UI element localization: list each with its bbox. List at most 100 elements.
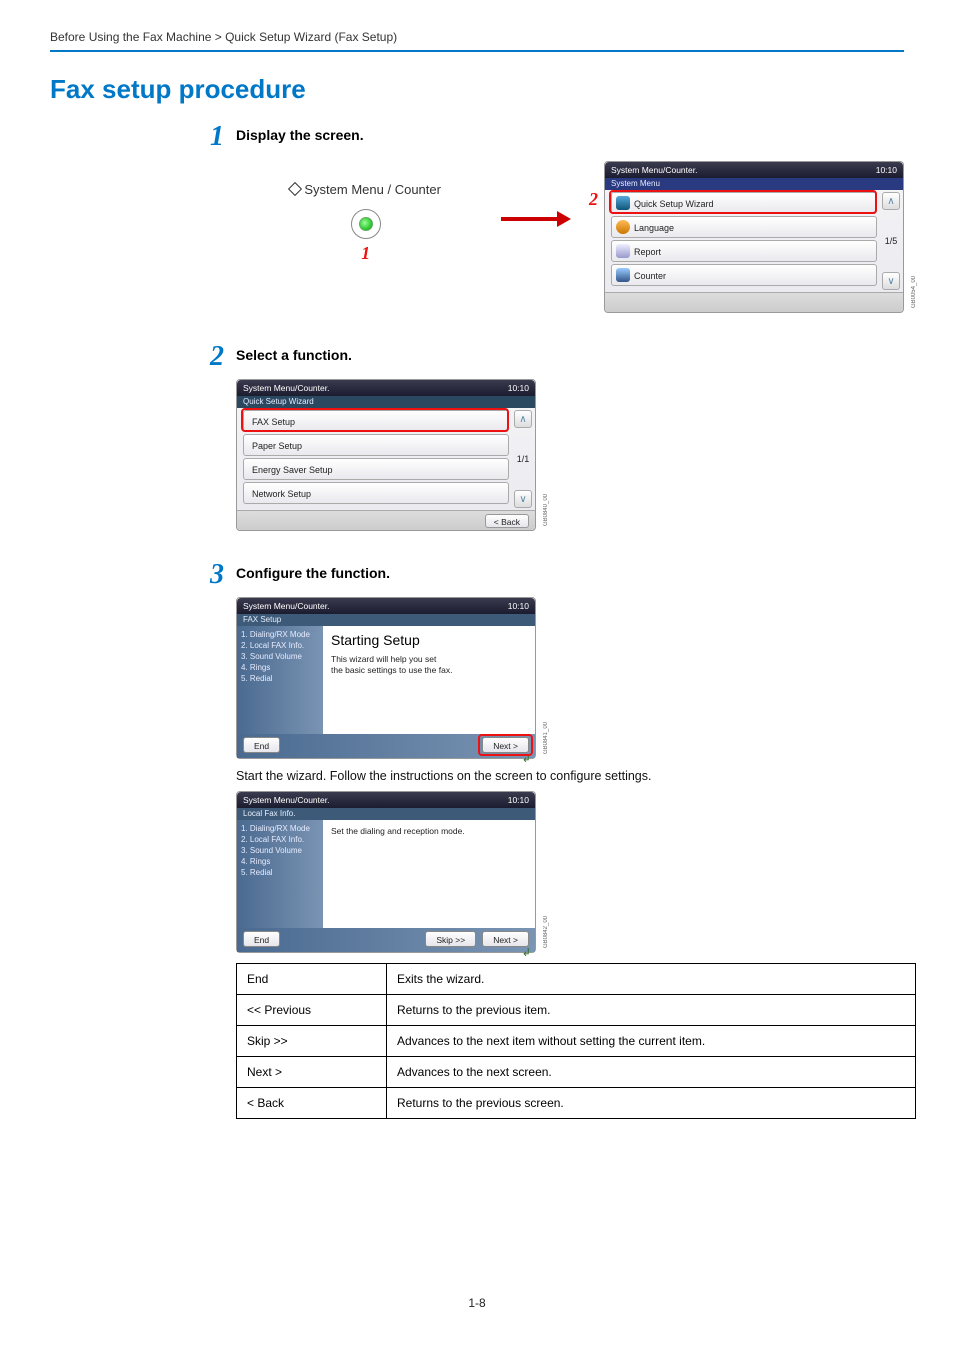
def-value: Returns to the previous screen. bbox=[387, 1088, 916, 1119]
panel-system-menu: System Menu/Counter. 10:10 System Menu Q… bbox=[604, 161, 904, 313]
table-row: End Exits the wizard. bbox=[237, 964, 916, 995]
panel1-menu: Quick Setup Wizard Language Report Count… bbox=[605, 190, 903, 292]
wizard-msg-line1: This wizard will help you set bbox=[331, 654, 527, 665]
page-heading: Fax setup procedure bbox=[50, 74, 904, 105]
menu-item-label: Energy Saver Setup bbox=[252, 465, 333, 475]
table-row: < Back Returns to the previous screen. bbox=[237, 1088, 916, 1119]
diamond-icon bbox=[288, 182, 302, 196]
hardware-button-area: System Menu / Counter 1 bbox=[260, 181, 471, 264]
panel1-scroll: ∧ 1/5 ∨ bbox=[881, 192, 901, 290]
wizard-step-item: 2. Local FAX Info. bbox=[241, 835, 319, 844]
menu-item-label: Language bbox=[634, 223, 674, 233]
end-button[interactable]: End bbox=[243, 931, 280, 947]
panel3a-sidecode: GB0841_00 bbox=[543, 722, 549, 754]
def-key: Skip >> bbox=[237, 1026, 387, 1057]
panel-quick-setup-wizard: System Menu/Counter. 10:10 Quick Setup W… bbox=[236, 379, 536, 531]
wizard-step-item: 3. Sound Volume bbox=[241, 846, 319, 855]
wizard-main-area: Set the dialing and reception mode. bbox=[323, 820, 535, 928]
panel1-footer bbox=[605, 292, 903, 312]
wizard-step-item: 5. Redial bbox=[241, 674, 319, 683]
step-1-diagram: System Menu / Counter 1 2 System Menu/Co… bbox=[260, 181, 904, 313]
hardware-button-label-text: System Menu / Counter bbox=[304, 182, 441, 197]
menu-item-label: Network Setup bbox=[252, 489, 311, 499]
step-3-row: 3 Configure the function. bbox=[190, 561, 904, 589]
panel1-page-indicator: 1/5 bbox=[885, 236, 898, 246]
wizard-steps-sidebar: 1. Dialing/RX Mode 2. Local FAX Info. 3.… bbox=[237, 820, 323, 928]
panel1-time: 10:10 bbox=[876, 162, 897, 178]
wizard-step-item: 2. Local FAX Info. bbox=[241, 641, 319, 650]
step-3-body-text: Start the wizard. Follow the instruction… bbox=[236, 769, 904, 783]
end-button[interactable]: End bbox=[243, 737, 280, 753]
panel3a-body: 1. Dialing/RX Mode 2. Local FAX Info. 3.… bbox=[237, 626, 535, 734]
wizard-step-item: 1. Dialing/RX Mode bbox=[241, 630, 319, 639]
menu-item-label: FAX Setup bbox=[252, 417, 295, 427]
table-row: Next > Advances to the next screen. bbox=[237, 1057, 916, 1088]
menu-network-setup[interactable]: Network Setup bbox=[243, 482, 509, 504]
step-1-number: 1 bbox=[190, 123, 224, 151]
panel3b-subhead: Local Fax Info. bbox=[237, 808, 535, 820]
wizard-step-item: 5. Redial bbox=[241, 868, 319, 877]
panel1-header: System Menu/Counter. 10:10 bbox=[605, 162, 903, 178]
skip-button[interactable]: Skip >> bbox=[425, 931, 476, 947]
wizard-step-item: 4. Rings bbox=[241, 857, 319, 866]
table-row: Skip >> Advances to the next item withou… bbox=[237, 1026, 916, 1057]
arrow-right-icon bbox=[501, 217, 559, 221]
wizard-step-item: 4. Rings bbox=[241, 663, 319, 672]
panel2-time: 10:10 bbox=[508, 380, 529, 396]
hardware-button-label: System Menu / Counter bbox=[290, 182, 441, 197]
menu-counter[interactable]: Counter bbox=[611, 264, 877, 286]
back-button[interactable]: < Back bbox=[485, 514, 529, 528]
step-1-title: Display the screen. bbox=[236, 127, 364, 143]
enter-icon: ↲ bbox=[522, 752, 531, 765]
def-value: Advances to the next item without settin… bbox=[387, 1026, 916, 1057]
definitions-table: End Exits the wizard. << Previous Return… bbox=[236, 963, 916, 1119]
scroll-down-button[interactable]: ∨ bbox=[882, 272, 900, 290]
panel3a-title: System Menu/Counter. bbox=[243, 598, 329, 614]
wizard-step-item: 3. Sound Volume bbox=[241, 652, 319, 661]
wizard-main-area: Starting Setup This wizard will help you… bbox=[323, 626, 535, 734]
menu-energy-saver-setup[interactable]: Energy Saver Setup bbox=[243, 458, 509, 480]
def-key: End bbox=[237, 964, 387, 995]
step-3-number: 3 bbox=[190, 561, 224, 589]
def-key: Next > bbox=[237, 1057, 387, 1088]
panel3b-title: System Menu/Counter. bbox=[243, 792, 329, 808]
panel1-title: System Menu/Counter. bbox=[611, 162, 697, 178]
panel3b-body: 1. Dialing/RX Mode 2. Local FAX Info. 3.… bbox=[237, 820, 535, 928]
menu-paper-setup[interactable]: Paper Setup bbox=[243, 434, 509, 456]
panel2-subhead: Quick Setup Wizard bbox=[237, 396, 535, 408]
def-value: Advances to the next screen. bbox=[387, 1057, 916, 1088]
panel2-scroll: ∧ 1/1 ∨ bbox=[513, 410, 533, 508]
menu-fax-setup[interactable]: FAX Setup bbox=[243, 410, 509, 432]
wizard-msg: Set the dialing and reception mode. bbox=[331, 826, 527, 837]
callout-1: 1 bbox=[260, 243, 471, 264]
page-number: 1-8 bbox=[0, 1296, 954, 1310]
scroll-up-button[interactable]: ∧ bbox=[882, 192, 900, 210]
panel3b-header: System Menu/Counter. 10:10 bbox=[237, 792, 535, 808]
panel3b-sidecode: GB0842_00 bbox=[543, 916, 549, 948]
def-key: < Back bbox=[237, 1088, 387, 1119]
next-button[interactable]: Next > bbox=[482, 737, 529, 753]
panel-fax-setup-start: System Menu/Counter. 10:10 FAX Setup 1. … bbox=[236, 597, 536, 759]
menu-report[interactable]: Report bbox=[611, 240, 877, 262]
menu-quick-setup-wizard[interactable]: Quick Setup Wizard bbox=[611, 192, 877, 214]
def-value: Returns to the previous item. bbox=[387, 995, 916, 1026]
panel2-page-indicator: 1/1 bbox=[517, 454, 530, 464]
panel3a-subhead: FAX Setup bbox=[237, 614, 535, 626]
step-3-title: Configure the function. bbox=[236, 565, 390, 581]
step-1-row: 1 Display the screen. bbox=[190, 123, 904, 151]
step-2-number: 2 bbox=[190, 343, 224, 371]
scroll-down-button[interactable]: ∨ bbox=[514, 490, 532, 508]
menu-language[interactable]: Language bbox=[611, 216, 877, 238]
table-row: << Previous Returns to the previous item… bbox=[237, 995, 916, 1026]
def-key: << Previous bbox=[237, 995, 387, 1026]
step-2-row: 2 Select a function. bbox=[190, 343, 904, 371]
enter-icon: ↲ bbox=[522, 946, 531, 959]
menu-item-label: Quick Setup Wizard bbox=[634, 199, 714, 209]
menu-item-label: Report bbox=[634, 247, 661, 257]
wizard-step-item: 1. Dialing/RX Mode bbox=[241, 824, 319, 833]
callout-2: 2 bbox=[589, 189, 598, 210]
next-button[interactable]: Next > bbox=[482, 931, 529, 947]
panel-local-fax-info: System Menu/Counter. 10:10 Local Fax Inf… bbox=[236, 791, 536, 953]
scroll-up-button[interactable]: ∧ bbox=[514, 410, 532, 428]
menu-item-label: Paper Setup bbox=[252, 441, 302, 451]
